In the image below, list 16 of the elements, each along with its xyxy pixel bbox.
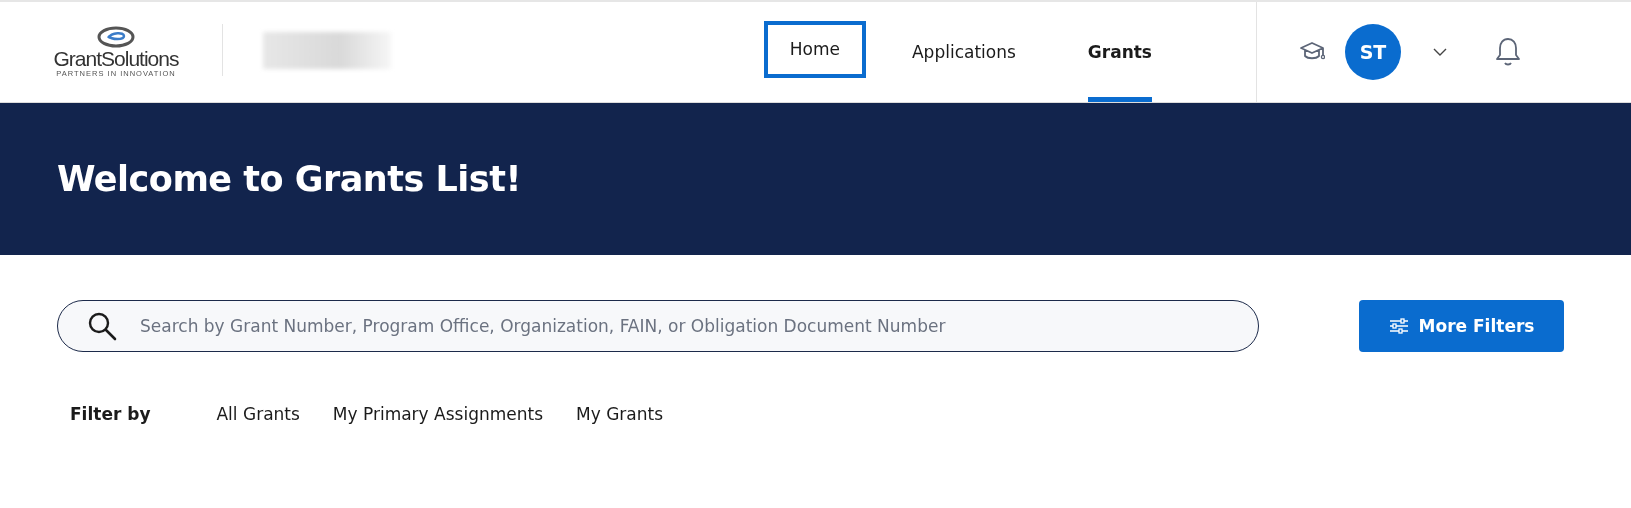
page-title: Welcome to Grants List!	[57, 159, 521, 199]
bell-icon[interactable]	[1495, 37, 1521, 67]
logo-swirl-icon	[97, 26, 135, 48]
filter-label: Filter by	[70, 404, 151, 424]
logo-wordmark: GrantSolutions	[53, 48, 179, 69]
nav-tab[interactable]: Applications	[886, 2, 1042, 102]
filter-option[interactable]: My Grants	[576, 404, 664, 424]
chevron-down-icon[interactable]	[1433, 48, 1447, 56]
search-field[interactable]: Search by Grant Number, Program Office, Organization, FAIN, or Obligation Document Number	[57, 300, 1259, 352]
filter-option[interactable]: All Grants	[216, 404, 300, 424]
sliders-icon	[1388, 318, 1409, 334]
filter-option[interactable]: My Primary Assignments	[332, 404, 544, 424]
user-avatar[interactable]: ST	[1345, 24, 1401, 80]
nav-tab[interactable]: Home	[763, 20, 866, 78]
more-filters-button[interactable]: More Filters	[1359, 300, 1564, 352]
search-icon	[87, 311, 117, 341]
